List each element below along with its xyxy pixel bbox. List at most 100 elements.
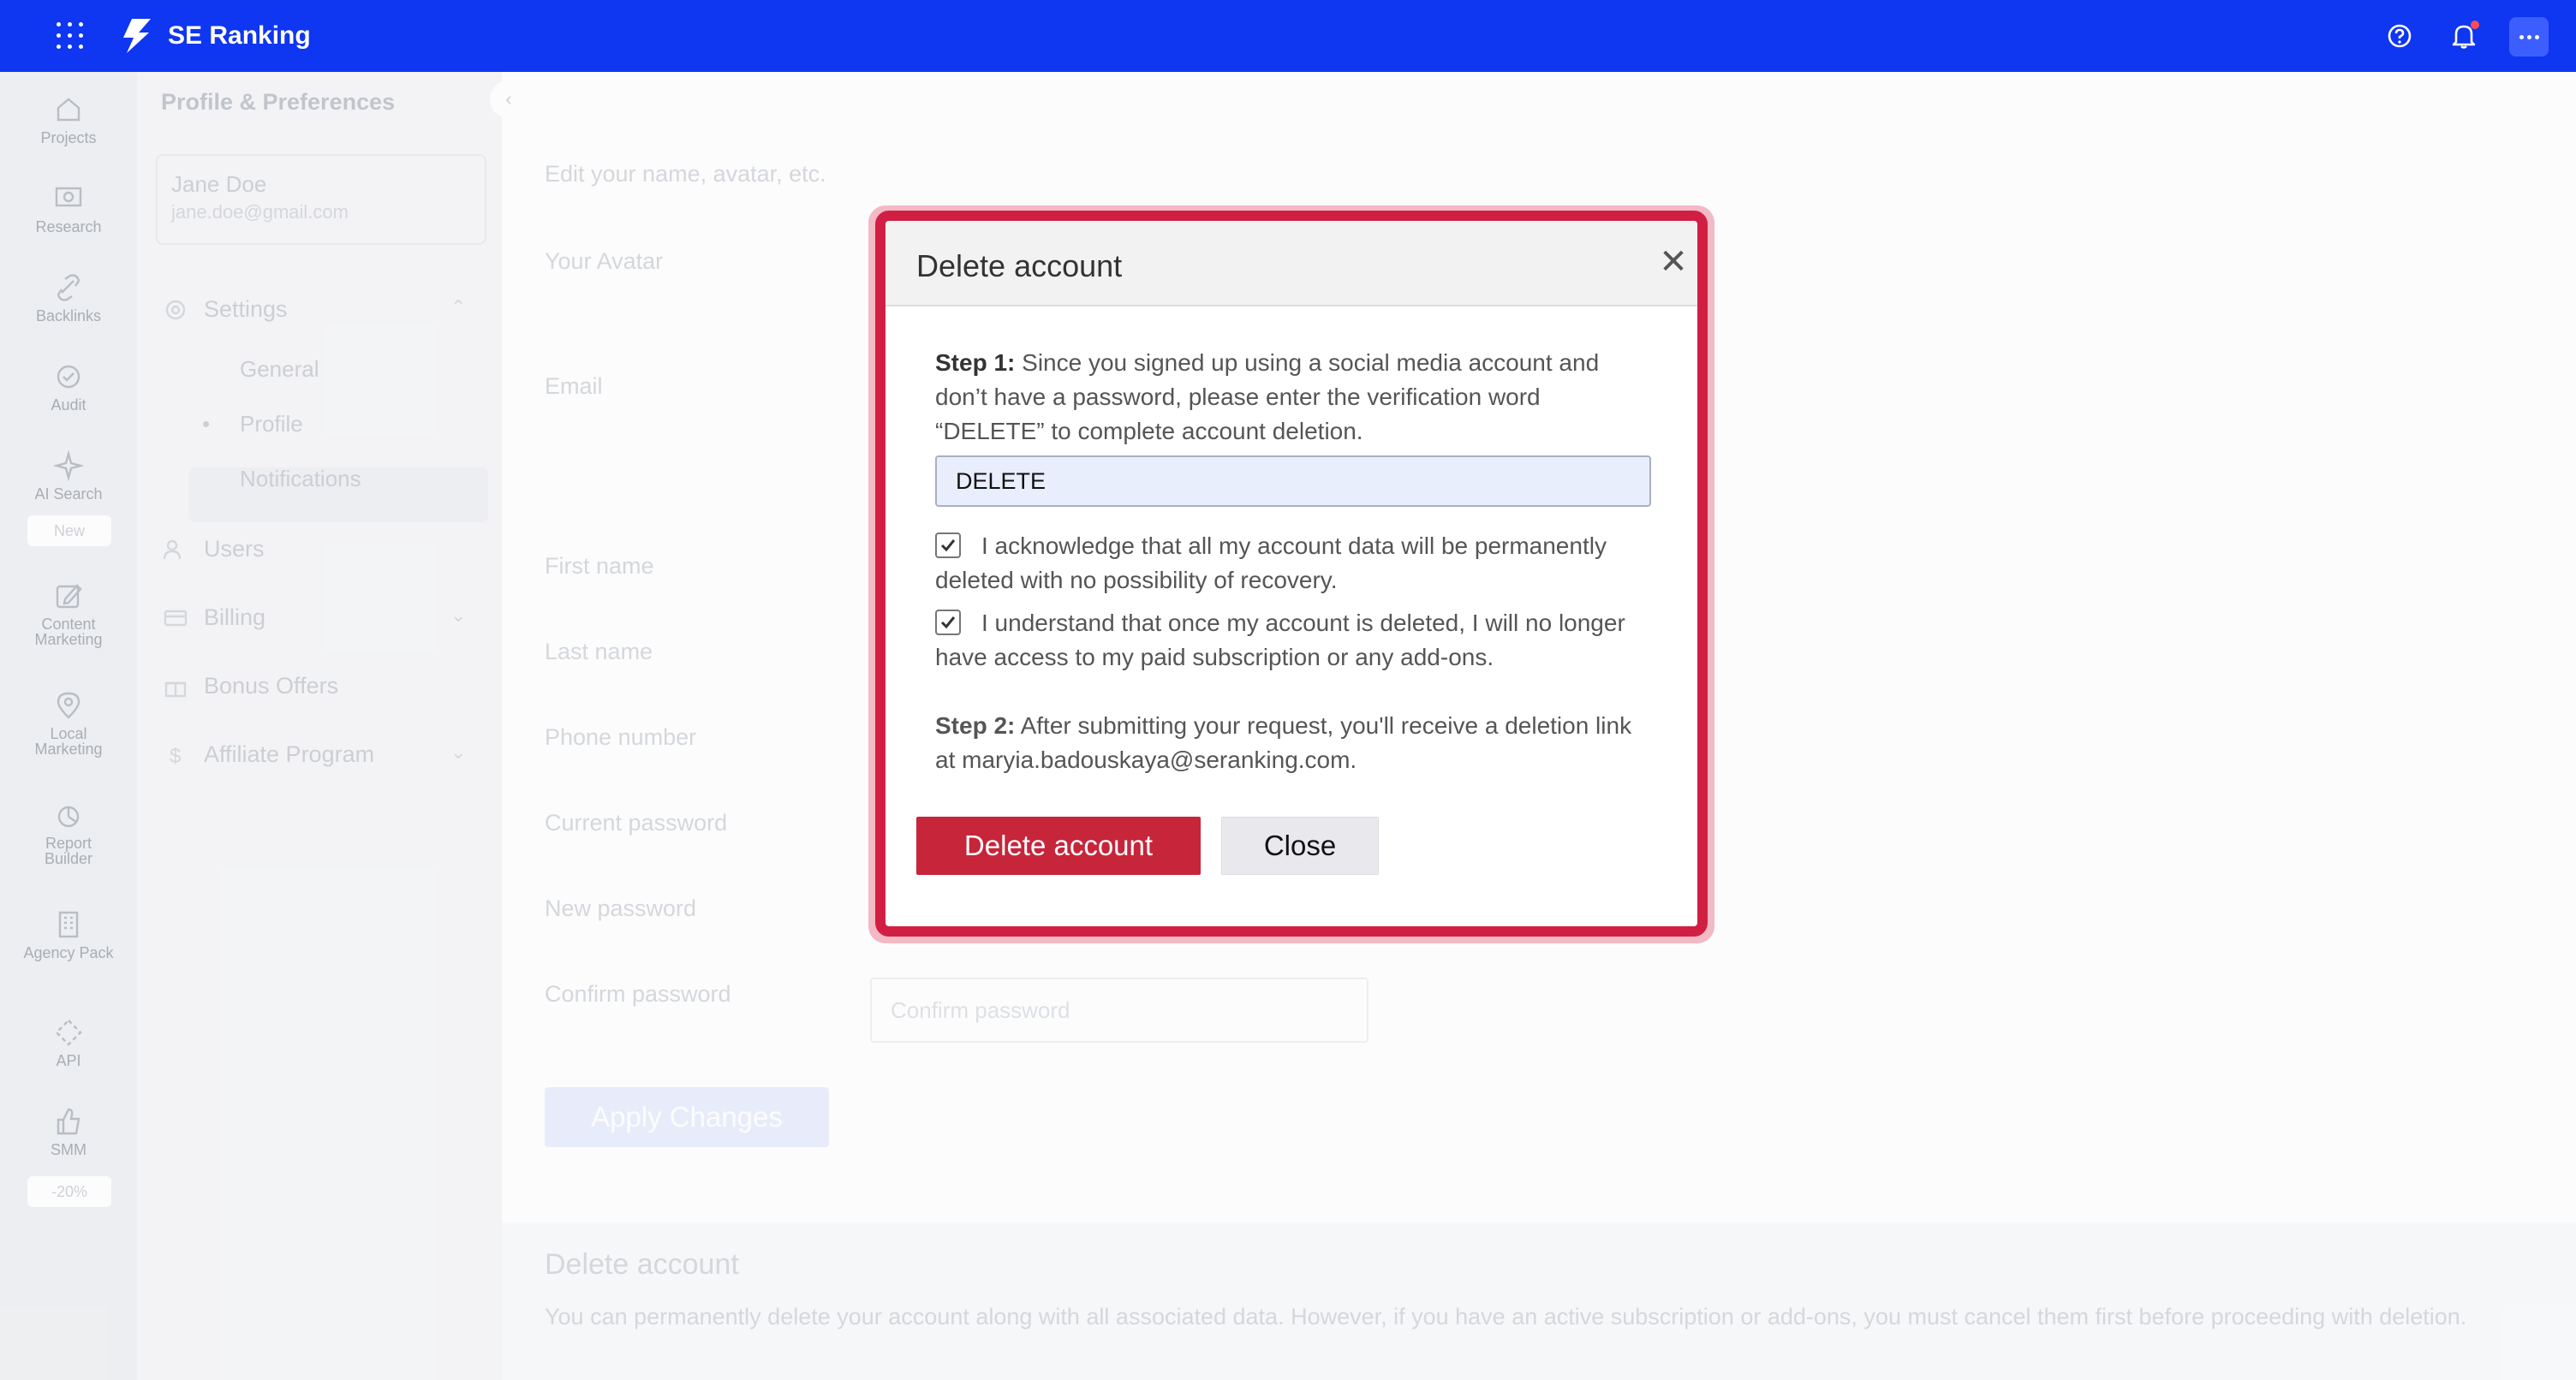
collapse-sidebar-button[interactable]: ‹ — [490, 80, 528, 118]
checkmark-icon — [940, 616, 956, 628]
notification-dot — [2471, 21, 2479, 29]
sidebar-item-affiliate-program[interactable]: $ Affiliate Program — [163, 741, 374, 768]
acknowledge-label: I acknowledge that all my account data w… — [935, 532, 1607, 593]
sidebar-item-settings[interactable]: Settings — [163, 296, 288, 323]
current-password-label: Current password — [545, 810, 728, 836]
sidebar-item-profile[interactable]: Profile — [240, 411, 303, 437]
last-name-label: Last name — [545, 639, 653, 664]
delete-section-title: Delete account — [545, 1248, 739, 1281]
user-card[interactable]: Jane Doe jane.doe@gmail.com — [156, 154, 486, 245]
close-button[interactable]: Close — [1221, 817, 1379, 875]
rail-label: Audit — [51, 396, 86, 413]
phone-label: Phone number — [545, 724, 697, 750]
sidebar-item-label: Billing — [204, 604, 266, 630]
chevron-up-icon[interactable]: ⌃ — [450, 296, 466, 318]
apps-grid-icon[interactable] — [57, 22, 84, 50]
thumbs-up-icon — [57, 1108, 80, 1135]
edit-icon — [56, 584, 82, 609]
rail-label: Research — [35, 218, 102, 235]
app-logo[interactable]: SE Ranking — [120, 17, 311, 55]
step2-label: Step 2: — [935, 712, 1016, 739]
dollar-icon: $ — [170, 745, 181, 768]
discount-badge: -20% — [27, 1176, 111, 1207]
rail-item-audit[interactable]: Audit — [0, 360, 137, 413]
building-icon — [58, 911, 79, 938]
confirm-password-label: Confirm password — [545, 981, 731, 1007]
sidebar-item-notifications[interactable]: Notifications — [240, 466, 361, 492]
rail-label: Content Marketing — [34, 616, 103, 648]
app-name: SE Ranking — [168, 21, 311, 50]
pin-icon — [57, 692, 80, 719]
rail-item-api[interactable]: API — [0, 1015, 137, 1068]
chevron-down-icon[interactable]: ⌄ — [450, 604, 466, 627]
api-icon — [55, 1019, 82, 1046]
confirm-password-field[interactable]: Confirm password — [870, 978, 1368, 1043]
research-icon — [55, 187, 82, 207]
rail-label: Report Builder — [44, 835, 93, 867]
rail-label: Agency Pack — [23, 944, 114, 961]
acknowledge-checkbox[interactable] — [935, 532, 961, 558]
active-dot: • — [202, 411, 211, 437]
step1-description: Since you signed up using a social media… — [935, 349, 1600, 444]
sidebar-item-general[interactable]: General — [240, 356, 319, 383]
delete-account-button[interactable]: Delete account — [916, 817, 1201, 875]
rail-label: SMM — [51, 1141, 86, 1158]
user-email: jane.doe@gmail.com — [171, 201, 349, 223]
delete-account-section: Delete account You can permanently delet… — [502, 1222, 2576, 1380]
rail-label: Projects — [40, 129, 97, 146]
sparkle-icon — [52, 449, 85, 482]
rail-item-ai-search[interactable]: AI Search — [0, 449, 137, 502]
more-menu-button[interactable] — [2509, 17, 2549, 57]
dialog-header: Delete account ✕ — [886, 221, 1697, 306]
rail-label: API — [56, 1052, 81, 1069]
sidebar-item-users[interactable]: Users — [163, 536, 265, 562]
sidebar-title: Profile & Preferences — [161, 89, 396, 115]
rail-item-smm[interactable]: SMM — [0, 1104, 137, 1157]
users-icon — [163, 539, 182, 559]
help-icon[interactable] — [2382, 19, 2417, 53]
sidebar-item-label: Users — [204, 536, 265, 562]
subscription-label: I understand that once my account is del… — [935, 610, 1625, 670]
sidebar-item-bonus-offers[interactable]: Bonus Offers — [163, 673, 338, 699]
step1-label: Step 1: — [935, 349, 1016, 376]
top-bar: SE Ranking — [0, 0, 2576, 72]
rail-item-report-builder[interactable]: Report Builder — [0, 798, 137, 866]
close-icon[interactable]: ✕ — [1656, 245, 1690, 279]
verification-word-input[interactable] — [935, 455, 1651, 507]
step1-text: Step 1: Since you signed up using a soci… — [935, 346, 1653, 449]
rail-item-projects[interactable]: Projects — [0, 92, 137, 146]
rail-item-research[interactable]: Research — [0, 181, 137, 235]
rail-label: AI Search — [34, 485, 103, 503]
email-label: Email — [545, 373, 603, 399]
acknowledge-subscription-row[interactable]: I understand that once my account is del… — [935, 606, 1655, 675]
lightning-logo-icon — [123, 19, 151, 53]
settings-sidebar: Profile & Preferences ‹ Jane Doe jane.do… — [137, 72, 528, 1380]
rail-item-backlinks[interactable]: Backlinks — [0, 271, 137, 324]
credit-card-icon — [164, 610, 188, 626]
gift-icon — [164, 681, 187, 697]
rail-item-content-marketing[interactable]: Content Marketing — [0, 579, 137, 647]
dialog-title: Delete account — [916, 248, 1123, 283]
audit-icon — [57, 365, 80, 389]
first-name-label: First name — [545, 553, 654, 579]
sidebar-item-billing[interactable]: Billing — [163, 604, 265, 631]
gear-icon — [165, 300, 186, 319]
new-badge: New — [27, 515, 111, 546]
rail-item-local-marketing[interactable]: Local Marketing — [0, 688, 137, 757]
step2-text: Step 2: After submitting your request, y… — [935, 709, 1653, 777]
sidebar-item-label: Affiliate Program — [204, 741, 375, 767]
rail-item-agency-pack[interactable]: Agency Pack — [0, 907, 137, 961]
subscription-checkbox[interactable] — [935, 609, 961, 635]
user-name: Jane Doe — [171, 171, 267, 197]
page-subtitle: Edit your name, avatar, etc. — [545, 161, 826, 187]
bell-icon[interactable] — [2447, 19, 2481, 53]
apply-changes-button[interactable]: Apply Changes — [545, 1087, 829, 1147]
rail-label: Backlinks — [35, 307, 102, 324]
step2-description: After submitting your request, you'll re… — [935, 712, 1632, 773]
home-icon — [57, 98, 80, 122]
delete-section-text: You can permanently delete your account … — [545, 1304, 2467, 1329]
acknowledge-data-loss-row[interactable]: I acknowledge that all my account data w… — [935, 529, 1655, 598]
svg-text:$: $ — [170, 745, 181, 768]
avatar-label: Your Avatar — [545, 248, 664, 274]
chevron-down-icon[interactable]: ⌄ — [450, 741, 466, 764]
